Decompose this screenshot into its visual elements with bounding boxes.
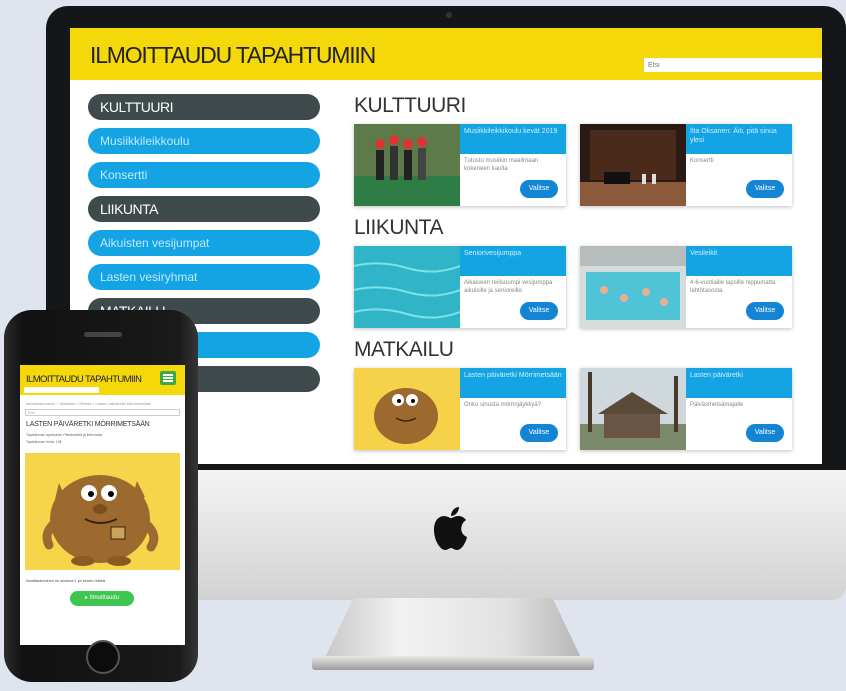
event-card-title[interactable]: Musiikkileikkikoulu kevät 2019 [460, 124, 566, 154]
camera-icon [446, 12, 452, 18]
select-button[interactable]: Valitse [746, 180, 784, 198]
event-card-title[interactable]: Lasten päiväretki [686, 368, 792, 398]
event-image [354, 246, 460, 328]
select-button[interactable]: Valitse [520, 180, 558, 198]
mobile-header-search[interactable] [24, 387, 99, 393]
event-card[interactable]: Seniorivesijumppa Aikaiseen reilisuumpi v… [354, 246, 566, 328]
speaker-icon [84, 332, 122, 337]
nav-category-3[interactable]: LIIKUNTA [88, 196, 320, 222]
site-header: ILMOITTAUDU TAPAHTUMIIN [70, 28, 822, 80]
select-button[interactable]: Valitse [746, 424, 784, 442]
search-input[interactable] [644, 58, 822, 72]
event-card-description: Aikaiseen reilisuumpi vesijumppa aikuisi… [464, 280, 553, 294]
mobile-header: ILMOITTAUDU TAPAHTUMIIN [20, 365, 185, 395]
event-card-description: Tutustu musiikin maailmaan kokeneen kaul… [464, 158, 539, 172]
creature-illustration [25, 453, 180, 570]
event-card-description: Päiväsmetsämajalle [690, 402, 744, 408]
hamburger-menu-icon[interactable] [160, 371, 176, 385]
mobile-search-input[interactable]: Etsi [25, 409, 180, 416]
event-card[interactable]: Ilta Oksanen: Äiti, pitä sinua ylesi Kons… [580, 124, 792, 206]
event-card[interactable]: Lasten päiväretki Päiväsmetsämajalle Valit… [580, 368, 792, 450]
smartphone: ILMOITTAUDU TAPAHTUMIIN Ilmoittautuminen… [4, 310, 198, 682]
home-button[interactable] [86, 640, 120, 674]
event-card-description: Onko sinusta mörrinjäykkyä? [464, 402, 542, 408]
event-card-description: Konsertti [690, 158, 714, 164]
nav-category-0[interactable]: KULTTUURI [88, 94, 320, 120]
section-title: KULTTUURI [354, 94, 466, 117]
event-meta-date: Tapahtuman ajankohta: Päivämäärä ja kell… [26, 433, 103, 437]
site-title[interactable]: ILMOITTAUDU TAPAHTUMIIN [90, 42, 376, 69]
mobile-site-title[interactable]: ILMOITTAUDU TAPAHTUMIIN [26, 374, 142, 385]
section-title: LIIKUNTA [354, 216, 443, 239]
event-image [580, 246, 686, 328]
select-button[interactable]: Valitse [520, 302, 558, 320]
imac-stand-base [312, 656, 594, 670]
event-card-title[interactable]: Ilta Oksanen: Äiti, pitä sinua ylesi [686, 124, 792, 154]
event-card[interactable]: Musiikkileikkikoulu kevät 2019 Tutustu mu… [354, 124, 566, 206]
select-button[interactable]: Valitse [746, 302, 784, 320]
select-button[interactable]: Valitse [520, 424, 558, 442]
event-title: LASTEN PÄIVÄRETKI MÖRRIMETSÄÄN [26, 421, 150, 428]
signup-button[interactable]: ▸ Ilmoittaudu [70, 591, 134, 606]
nav-subitem-4[interactable]: Aikuisten vesijumpat [88, 230, 320, 256]
event-image [580, 368, 686, 450]
nav-subitem-5[interactable]: Lasten vesiryhmat [88, 264, 320, 290]
mobile-screen: ILMOITTAUDU TAPAHTUMIIN Ilmoittautuminen… [20, 365, 185, 645]
nav-subitem-2[interactable]: Konsertti [88, 162, 320, 188]
event-meta-price: Tapahtuman hinta: 10€ [26, 440, 62, 444]
event-card-title[interactable]: Seniorivesijumppa [460, 246, 566, 276]
apple-logo-icon [434, 507, 467, 550]
breadcrumb[interactable]: Ilmoittautuminen > Matkailu > Retket > L… [26, 401, 151, 406]
signup-note: Ilmoittautuminen on avoinna 1 pv ennen r… [26, 579, 105, 583]
event-card-title[interactable]: Vesileikit [686, 246, 792, 276]
event-image [354, 124, 460, 206]
event-image [354, 368, 460, 450]
event-card-description: 4-6-vuotiaille lapsille nippumatta lahtö… [690, 280, 776, 294]
event-image [580, 124, 686, 206]
nav-subitem-1[interactable]: Musiikkileikkoulu [88, 128, 320, 154]
imac-stand [322, 598, 584, 664]
event-card[interactable]: Vesileikit 4-6-vuotiaille lapsille nippum… [580, 246, 792, 328]
event-card-title[interactable]: Lasten päiväretki Mörrimetsään [460, 368, 566, 398]
event-card[interactable]: Lasten päiväretki Mörrimetsään Onko sinus… [354, 368, 566, 450]
section-title: MATKAILU [354, 338, 454, 361]
